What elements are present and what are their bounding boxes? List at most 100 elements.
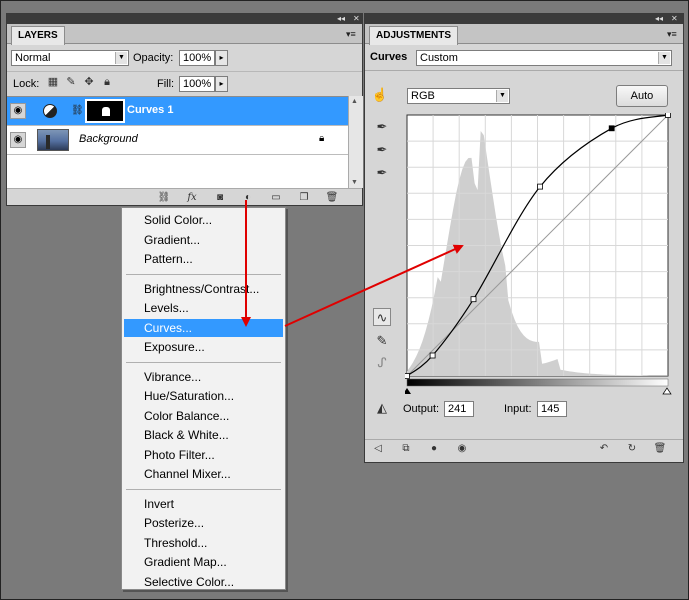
opacity-slider-button[interactable]: ▸ — [215, 50, 228, 66]
preset-select[interactable]: Custom ▼ — [416, 50, 672, 66]
panel-menu-icon[interactable]: ▾≡ — [346, 29, 358, 39]
opacity-input[interactable]: 100% — [179, 50, 215, 66]
menu-item[interactable]: Posterize... — [124, 514, 283, 532]
eye-icon[interactable]: ◉ — [10, 103, 26, 119]
windmill-shape — [46, 135, 50, 149]
menu-item[interactable]: Levels... — [124, 299, 283, 317]
menu-item[interactable]: Photo Filter... — [124, 446, 283, 464]
chain-link-icon[interactable]: ⛓ — [71, 105, 84, 116]
menu-item[interactable]: Channel Mixer... — [124, 465, 283, 483]
layer-row-background[interactable]: ◉ Background 🔒︎ — [7, 126, 348, 155]
layer-name[interactable]: Curves 1 — [127, 104, 173, 116]
back-arrow-icon[interactable]: ◁ — [371, 442, 385, 456]
input-gradient-bar — [406, 378, 669, 387]
menu-item[interactable]: Solid Color... — [124, 211, 283, 229]
blend-mode-select[interactable]: Normal ▼ — [11, 50, 129, 66]
curve-point[interactable] — [537, 183, 544, 190]
scroll-down-icon[interactable]: ▼ — [351, 179, 358, 186]
curve-point[interactable] — [405, 373, 410, 379]
menu-separator — [126, 361, 281, 363]
curve-point[interactable] — [470, 296, 477, 303]
tab-adjustments[interactable]: ADJUSTMENTS — [369, 26, 459, 45]
auto-button[interactable]: Auto — [616, 85, 668, 107]
lock-all-icon[interactable]: 🔒︎ — [101, 76, 113, 88]
show-clipping-icon[interactable]: ◭ — [373, 399, 391, 417]
curve-point-tool-icon[interactable]: ∿ — [373, 308, 391, 326]
lock-position-icon[interactable]: ✥ — [83, 76, 95, 88]
eye-icon[interactable]: ◉ — [10, 132, 26, 148]
new-group-icon[interactable]: ▭ — [269, 191, 283, 205]
trash-icon[interactable]: 🗑︎ — [653, 442, 667, 456]
menu-item[interactable]: Gradient Map... — [124, 553, 283, 571]
adjustment-layer-menu: Solid Color... Gradient... Pattern... Brigh… — [121, 207, 286, 590]
collapse-icon[interactable]: ◂◂ — [337, 14, 345, 24]
menu-item[interactable]: Black & White... — [124, 426, 283, 444]
white-point-eyedropper-icon[interactable]: ✒ — [373, 164, 391, 182]
fill-slider-button[interactable]: ▸ — [215, 76, 228, 92]
previous-state-icon[interactable]: ↶ — [597, 442, 611, 456]
mask-shape — [102, 107, 110, 116]
black-point-slider[interactable] — [405, 388, 411, 394]
adjustments-tab-row: ADJUSTMENTS ▾≡ — [365, 24, 683, 45]
input-label: Input: — [504, 403, 532, 415]
menu-item[interactable]: Hue/Saturation... — [124, 387, 283, 405]
output-input[interactable]: 241 — [444, 401, 474, 417]
new-adjustment-layer-icon[interactable]: ◐ — [241, 191, 255, 205]
background-thumbnail[interactable] — [37, 129, 69, 151]
scroll-up-icon[interactable]: ▲ — [351, 98, 358, 105]
clip-to-layer-icon[interactable]: ● — [427, 442, 441, 456]
fill-label: Fill: — [157, 78, 175, 90]
gray-point-eyedropper-icon[interactable]: ✒ — [373, 141, 391, 159]
menu-item[interactable]: Curves... — [124, 318, 283, 337]
layers-panel: ◂◂ ✕ LAYERS ▾≡ Normal ▼ Opacity: 100% ▸ … — [6, 13, 363, 206]
pencil-draw-icon[interactable]: ✎ — [373, 332, 391, 350]
lock-image-icon[interactable]: ✎ — [65, 76, 77, 88]
chevron-down-icon: ▼ — [115, 52, 127, 64]
white-point-slider[interactable] — [662, 387, 672, 395]
link-layers-icon[interactable]: ⛓ — [157, 191, 171, 205]
tab-layers[interactable]: LAYERS — [11, 26, 65, 45]
add-mask-icon[interactable]: ◙ — [213, 191, 227, 205]
menu-item[interactable]: Selective Color... — [124, 573, 283, 591]
menu-item[interactable]: Invert — [124, 495, 283, 513]
menu-item[interactable]: Threshold... — [124, 534, 283, 552]
layers-footer: ⛓ fx ◙ ◐ ▭ ❐ 🗑︎ — [7, 188, 362, 206]
menu-item[interactable]: Vibrance... — [124, 368, 283, 386]
layers-scrollbar[interactable]: ▲ ▼ — [348, 96, 363, 188]
channel-select[interactable]: RGB ▼ — [407, 88, 510, 104]
fill-input[interactable]: 100% — [179, 76, 215, 92]
panel-titlebar[interactable]: ◂◂ ✕ — [365, 14, 683, 24]
panel-titlebar[interactable]: ◂◂ ✕ — [7, 14, 362, 24]
layer-name[interactable]: Background — [79, 133, 138, 145]
reset-icon[interactable]: ↻ — [625, 442, 639, 456]
black-point-eyedropper-icon[interactable]: ✒ — [373, 118, 391, 136]
input-input[interactable]: 145 — [537, 401, 567, 417]
curves-adjustment-icon — [43, 104, 57, 118]
layer-mask-thumbnail[interactable] — [85, 99, 125, 123]
close-icon[interactable]: ✕ — [353, 14, 360, 24]
new-layer-icon[interactable]: ❐ — [297, 191, 311, 205]
menu-item[interactable]: Brightness/Contrast... — [124, 280, 283, 298]
fx-icon[interactable]: fx — [185, 191, 199, 205]
panel-menu-icon[interactable]: ▾≡ — [667, 29, 679, 39]
menu-item[interactable]: Color Balance... — [124, 407, 283, 425]
trash-icon[interactable]: 🗑︎ — [325, 191, 339, 205]
curves-graph[interactable] — [405, 113, 675, 397]
targeted-adjustment-icon[interactable]: ☝ — [371, 86, 389, 104]
menu-item[interactable]: Pattern... — [124, 250, 283, 268]
selected-curve-point[interactable] — [608, 125, 615, 132]
blend-opacity-row: Normal ▼ Opacity: 100% ▸ — [7, 45, 362, 69]
curve-point[interactable] — [665, 113, 671, 118]
input-output-row: ◭ Output: 241 Input: 145 — [365, 397, 683, 421]
menu-item[interactable]: Gradient... — [124, 231, 283, 249]
curve-point[interactable] — [429, 352, 436, 359]
expand-view-icon[interactable]: ⧉ — [399, 442, 413, 456]
collapse-icon[interactable]: ◂◂ — [655, 14, 663, 24]
smooth-curve-icon[interactable]: ᔑ — [373, 354, 391, 372]
close-icon[interactable]: ✕ — [671, 14, 678, 24]
channel-value: RGB — [411, 90, 435, 102]
visibility-eye-icon[interactable]: ◉ — [455, 442, 469, 456]
layer-row-curves[interactable]: ◉ ⛓ Curves 1 — [7, 97, 348, 126]
menu-item[interactable]: Exposure... — [124, 338, 283, 356]
lock-transparent-icon[interactable]: ▦ — [47, 76, 59, 88]
